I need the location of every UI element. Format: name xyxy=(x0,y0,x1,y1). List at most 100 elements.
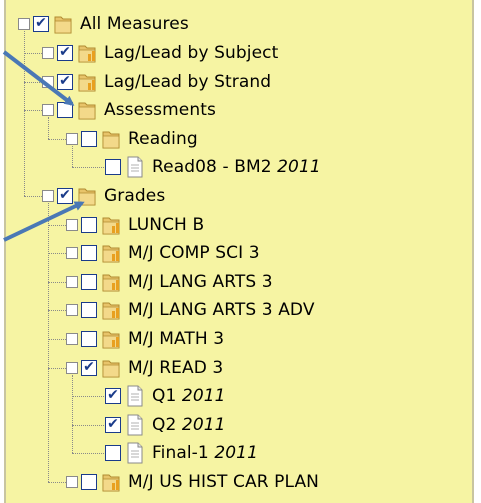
checkbox[interactable] xyxy=(105,159,121,176)
expand-icon[interactable] xyxy=(66,275,78,288)
tree-connector-line xyxy=(24,81,42,83)
expand-icon[interactable] xyxy=(66,304,78,317)
collapse-icon[interactable] xyxy=(66,132,78,145)
bar-chart-folder-icon xyxy=(101,271,121,293)
tree-node-label[interactable]: M/J LANG ARTS 3 xyxy=(128,272,273,292)
document-icon xyxy=(125,385,145,407)
checkbox[interactable]: ✔ xyxy=(33,16,49,33)
tree-node-label-text: Grades xyxy=(104,185,166,206)
folder-icon xyxy=(77,99,97,121)
collapse-icon[interactable] xyxy=(18,18,30,31)
collapse-icon[interactable] xyxy=(66,361,78,374)
tree-node-label[interactable]: Q1 2011 xyxy=(152,386,226,406)
checkbox[interactable]: ✔ xyxy=(81,359,97,376)
tree-node-label[interactable]: M/J READ 3 xyxy=(128,358,223,378)
checkbox[interactable] xyxy=(81,216,97,233)
tree-connector-line xyxy=(72,453,104,455)
bar-chart-folder-icon xyxy=(77,42,97,64)
tree-node-label-text: LUNCH B xyxy=(128,214,205,235)
expand-icon[interactable] xyxy=(66,332,78,345)
checkbox[interactable] xyxy=(81,302,97,319)
folder-icon xyxy=(101,128,121,150)
tree-node-label[interactable]: Final-1 2011 xyxy=(152,443,258,463)
checkbox[interactable]: ✔ xyxy=(57,44,73,61)
tree-node-label-text: M/J COMP SCI 3 xyxy=(128,243,260,264)
tree-node-label-text: Lag/Lead by Strand xyxy=(104,71,272,92)
checkbox[interactable]: ✔ xyxy=(57,187,73,204)
tree-node-label-text: M/J READ 3 xyxy=(128,357,224,378)
folder-icon xyxy=(101,357,121,379)
collapse-icon[interactable] xyxy=(42,104,54,117)
tree-connector-line xyxy=(72,145,73,168)
tree-connector-line xyxy=(48,481,66,483)
tree-node-label[interactable]: Reading xyxy=(128,129,198,149)
bar-chart-folder-icon xyxy=(77,71,97,93)
tree-node-label[interactable]: Assessments xyxy=(104,100,216,120)
tree-node-label[interactable]: LUNCH B xyxy=(128,215,204,235)
checkbox[interactable]: ✔ xyxy=(105,416,121,433)
expand-icon[interactable] xyxy=(66,475,78,488)
checkbox[interactable] xyxy=(105,445,121,462)
tree-node-label-text: All Measures xyxy=(80,14,189,35)
bar-chart-folder-icon xyxy=(101,299,121,321)
tree-node-label[interactable]: Read08 - BM2 2011 xyxy=(152,157,321,177)
tree-node-label-text: Reading xyxy=(128,128,198,149)
collapse-icon[interactable] xyxy=(42,189,54,202)
tree-connector-line xyxy=(72,167,104,169)
checkbox[interactable] xyxy=(81,245,97,262)
tree-connector-line xyxy=(48,338,66,340)
tree-connector-line xyxy=(72,396,104,398)
bar-chart-folder-icon xyxy=(101,471,121,493)
tree-node-label[interactable]: All Measures xyxy=(80,14,189,34)
tree-node-label-text: Final-1 xyxy=(152,443,215,464)
tree-connector-line xyxy=(48,138,66,140)
checkbox[interactable] xyxy=(57,102,73,119)
tree-node-label-text: Q1 xyxy=(152,386,182,407)
folder-icon xyxy=(53,13,73,35)
tree-connector-line xyxy=(24,31,25,196)
checkbox[interactable]: ✔ xyxy=(57,73,73,90)
expand-icon[interactable] xyxy=(42,46,54,59)
tree-node-label-text: M/J LANG ARTS 3 ADV xyxy=(128,300,315,321)
tree-node-label[interactable]: Lag/Lead by Strand xyxy=(104,72,271,92)
bar-chart-folder-icon xyxy=(101,214,121,236)
tree-node-label-text: Lag/Lead by Subject xyxy=(104,42,279,63)
checkbox[interactable] xyxy=(81,330,97,347)
tree-connector-line xyxy=(24,110,42,112)
bar-chart-folder-icon xyxy=(101,242,121,264)
bar-chart-folder-icon xyxy=(101,328,121,350)
expand-icon[interactable] xyxy=(66,218,78,231)
tree-node-label[interactable]: M/J LANG ARTS 3 ADV xyxy=(128,300,315,320)
tree-node-year: 2011 xyxy=(277,157,321,178)
checkbox[interactable]: ✔ xyxy=(105,388,121,405)
tree-connector-line xyxy=(48,281,66,283)
document-icon xyxy=(125,414,145,436)
tree-connector-line xyxy=(48,367,66,369)
folder-icon xyxy=(77,185,97,207)
tree-node-label[interactable]: M/J COMP SCI 3 xyxy=(128,243,260,263)
tree-connector-line xyxy=(72,374,73,454)
tree-connector-line xyxy=(24,52,42,54)
tree-node-label[interactable]: M/J MATH 3 xyxy=(128,329,224,349)
tree-node-label[interactable]: Lag/Lead by Subject xyxy=(104,43,278,63)
tree-connector-line xyxy=(48,117,49,139)
tree-connector-line xyxy=(48,253,66,255)
tree-node-label[interactable]: M/J US HIST CAR PLAN xyxy=(128,472,319,492)
tree-node-label-text: M/J US HIST CAR PLAN xyxy=(128,471,320,492)
tree-connector-line xyxy=(48,202,49,482)
expand-icon[interactable] xyxy=(66,247,78,260)
tree-node-label-text: M/J MATH 3 xyxy=(128,328,225,349)
document-icon xyxy=(125,156,145,178)
checkbox[interactable] xyxy=(81,130,97,147)
tree-node-label-text: M/J LANG ARTS 3 xyxy=(128,271,273,292)
tree-node-year: 2011 xyxy=(181,414,226,435)
checkbox[interactable] xyxy=(81,473,97,490)
tree-connector-line xyxy=(72,424,104,426)
tree-node-label[interactable]: Grades xyxy=(104,186,165,206)
tree-node-year: 2011 xyxy=(214,443,259,464)
tree-node-label[interactable]: Q2 2011 xyxy=(152,415,226,435)
expand-icon[interactable] xyxy=(42,75,54,88)
tree-connector-line xyxy=(24,195,42,197)
tree-connector-line xyxy=(48,310,66,312)
checkbox[interactable] xyxy=(81,273,97,290)
